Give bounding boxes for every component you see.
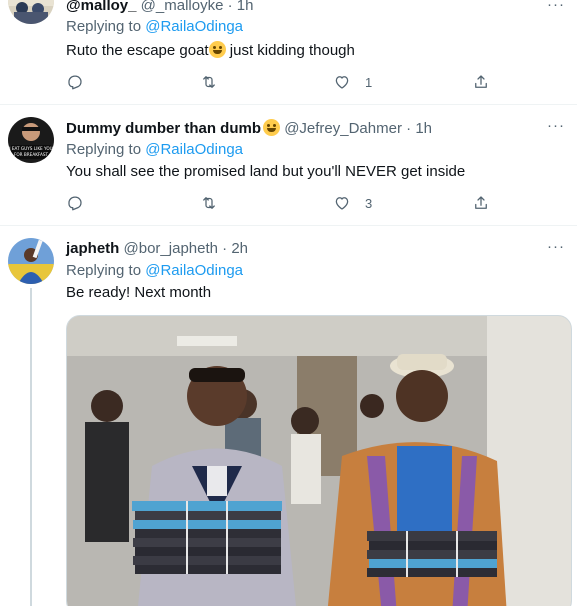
tweet-actions: 3 bbox=[66, 193, 496, 213]
display-name[interactable]: japheth bbox=[66, 240, 119, 257]
avatar[interactable] bbox=[8, 0, 54, 24]
photo-image bbox=[67, 316, 571, 606]
replying-to-label: Replying to bbox=[66, 141, 142, 158]
tweet-1[interactable]: @malloy_ @_malloyke · 1h ··· Replying to… bbox=[0, 0, 577, 104]
share-icon bbox=[475, 75, 487, 88]
retweet-icon bbox=[203, 197, 215, 209]
separator: · bbox=[227, 0, 233, 14]
separator: · bbox=[406, 120, 412, 137]
share-icon bbox=[475, 196, 487, 209]
tweet-text-part-2: just kidding though bbox=[229, 42, 355, 59]
separator: · bbox=[222, 240, 228, 257]
tweet-text-part-1: Ruto the escape goat bbox=[66, 42, 209, 59]
more-options-icon[interactable]: ··· bbox=[545, 118, 567, 139]
username[interactable]: @bor_japheth bbox=[124, 240, 218, 257]
tweet-header: japheth @bor_japheth · 2h bbox=[66, 240, 248, 258]
timestamp[interactable]: 2h bbox=[231, 240, 248, 257]
tweet-text: Ruto the escape goat just kidding though bbox=[66, 41, 355, 60]
timestamp[interactable]: 1h bbox=[415, 120, 432, 137]
avatar[interactable]: I EAT GUYS LIKE YOU FOR BREAKFAST bbox=[8, 117, 54, 163]
tweet-2[interactable]: I EAT GUYS LIKE YOU FOR BREAKFAST Dummy … bbox=[0, 105, 577, 225]
mention-link[interactable]: @RailaOdinga bbox=[145, 141, 243, 158]
display-name[interactable]: @malloy_ bbox=[66, 0, 137, 14]
username[interactable]: @_malloyke bbox=[141, 0, 224, 14]
timestamp[interactable]: 1h bbox=[237, 0, 254, 14]
reply-button[interactable] bbox=[66, 193, 98, 213]
like-count: 3 bbox=[365, 195, 373, 211]
more-options-icon[interactable]: ··· bbox=[545, 0, 567, 18]
share-button[interactable] bbox=[472, 193, 490, 213]
tweet-media-photo[interactable] bbox=[66, 315, 572, 606]
svg-text:FOR BREAKFAST: FOR BREAKFAST bbox=[14, 152, 49, 157]
tweet-header: Dummy dumber than dumb @Jefrey_Dahmer · … bbox=[66, 119, 432, 138]
tweet-text: Be ready! Next month bbox=[66, 284, 212, 301]
avatar[interactable] bbox=[8, 238, 54, 284]
thread-connector-line bbox=[30, 288, 32, 606]
mention-link[interactable]: @RailaOdinga bbox=[145, 262, 243, 279]
retweet-button[interactable] bbox=[200, 193, 232, 213]
replying-to: Replying to @RailaOdinga bbox=[66, 18, 243, 36]
heart-icon bbox=[335, 76, 349, 89]
reply-button[interactable] bbox=[66, 72, 98, 92]
zany-face-emoji-icon bbox=[263, 119, 281, 136]
heart-icon bbox=[335, 197, 349, 210]
retweet-button[interactable] bbox=[200, 72, 232, 92]
replying-to: Replying to @RailaOdinga bbox=[66, 141, 243, 159]
tweet-actions: 1 bbox=[66, 72, 496, 92]
like-count: 1 bbox=[365, 74, 373, 90]
like-button[interactable]: 3 bbox=[333, 193, 372, 213]
tweet-header: @malloy_ @_malloyke · 1h bbox=[66, 0, 253, 15]
replying-to-label: Replying to bbox=[66, 18, 142, 35]
replying-to-label: Replying to bbox=[66, 262, 142, 279]
username[interactable]: @Jefrey_Dahmer bbox=[284, 120, 402, 137]
reply-icon bbox=[68, 75, 82, 90]
mention-link[interactable]: @RailaOdinga bbox=[145, 18, 243, 35]
grinning-face-emoji-icon bbox=[208, 41, 226, 58]
replying-to: Replying to @RailaOdinga bbox=[66, 262, 243, 280]
tweet-text: You shall see the promised land but you'… bbox=[66, 163, 466, 180]
reply-icon bbox=[68, 196, 82, 211]
more-options-icon[interactable]: ··· bbox=[545, 239, 567, 260]
share-button[interactable] bbox=[472, 72, 490, 92]
display-name[interactable]: Dummy dumber than dumb bbox=[66, 120, 261, 137]
retweet-icon bbox=[203, 76, 215, 88]
svg-text:I EAT GUYS LIKE YOU: I EAT GUYS LIKE YOU bbox=[9, 146, 52, 151]
like-button[interactable]: 1 bbox=[333, 72, 372, 92]
